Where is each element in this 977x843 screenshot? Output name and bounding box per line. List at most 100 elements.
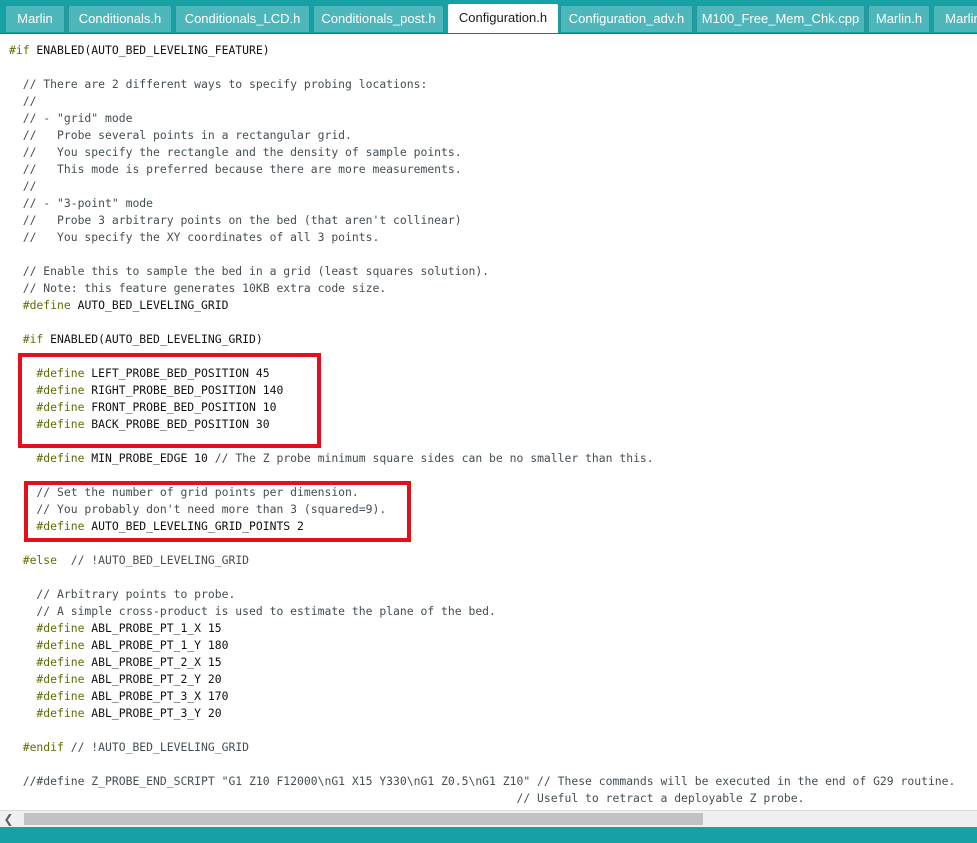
code-line: // You probably don't need more than 3 (…: [9, 501, 386, 518]
code-line: // You specify the rectangle and the den…: [9, 144, 462, 161]
code-line: #define MIN_PROBE_EDGE 10 // The Z probe…: [9, 450, 654, 467]
code-comment: //: [9, 94, 37, 108]
code-preprocessor-token: #if: [9, 43, 30, 57]
code-line: #else // !AUTO_BED_LEVELING_GRID: [9, 552, 249, 569]
code-line: #define ABL_PROBE_PT_2_X 15: [9, 654, 222, 671]
code-preprocessor-token: #define: [9, 451, 85, 465]
code-line: //: [9, 93, 37, 110]
code-text: ABL_PROBE_PT_1_Y 180: [84, 638, 229, 652]
code-line: // Arbitrary points to probe.: [9, 586, 235, 603]
code-line: #define AUTO_BED_LEVELING_GRID_POINTS 2: [9, 518, 304, 535]
code-text: ABL_PROBE_PT_3_Y 20: [84, 706, 222, 720]
status-bar: [0, 827, 977, 843]
tab-5[interactable]: Configuration_adv.h: [560, 5, 693, 32]
chevron-left-icon[interactable]: ❮: [0, 811, 17, 827]
code-line: #if ENABLED(AUTO_BED_LEVELING_FEATURE): [9, 42, 270, 59]
code-preprocessor-token: #define: [9, 519, 85, 533]
code-comment: // - "grid" mode: [9, 111, 133, 125]
code-text: AUTO_BED_LEVELING_GRID_POINTS 2: [84, 519, 304, 533]
code-line: // There are 2 different ways to specify…: [9, 76, 428, 93]
code-comment: // Useful to retract a deployable Z prob…: [9, 791, 805, 805]
code-text: MIN_PROBE_EDGE 10: [84, 451, 215, 465]
code-line: #define BACK_PROBE_BED_POSITION 30: [9, 416, 270, 433]
code-line: // - "grid" mode: [9, 110, 133, 127]
tab-2[interactable]: Conditionals_LCD.h: [175, 5, 310, 32]
code-text: BACK_PROBE_BED_POSITION 30: [84, 417, 270, 431]
code-preprocessor-token: #if: [9, 332, 44, 346]
code-comment: // Enable this to sample the bed in a gr…: [9, 264, 490, 278]
code-comment: // You specify the XY coordinates of all…: [9, 230, 380, 244]
code-line: #if ENABLED(AUTO_BED_LEVELING_GRID): [9, 331, 263, 348]
code-line: #define ABL_PROBE_PT_3_Y 20: [9, 705, 222, 722]
code-line: //#define Z_PROBE_END_SCRIPT "G1 Z10 F12…: [9, 773, 956, 790]
code-comment: // !AUTO_BED_LEVELING_GRID: [57, 553, 250, 567]
code-line: // Probe 3 arbitrary points on the bed (…: [9, 212, 462, 229]
scrollbar-thumb[interactable]: [24, 813, 703, 825]
code-preprocessor-token: #define: [9, 621, 85, 635]
code-line: // Enable this to sample the bed in a gr…: [9, 263, 489, 280]
code-line: // This mode is preferred because there …: [9, 161, 462, 178]
code-comment: // Probe 3 arbitrary points on the bed (…: [9, 213, 462, 227]
tab-3[interactable]: Conditionals_post.h: [313, 5, 444, 32]
tab-8[interactable]: Marlin: [933, 5, 977, 32]
tab-6[interactable]: M100_Free_Mem_Chk.cpp: [696, 5, 865, 32]
code-text: FRONT_PROBE_BED_POSITION 10: [84, 400, 277, 414]
code-preprocessor-token: #define: [9, 417, 85, 431]
code-comment: // You specify the rectangle and the den…: [9, 145, 462, 159]
code-preprocessor-token: #define: [9, 689, 85, 703]
code-line: // Note: this feature generates 10KB ext…: [9, 280, 386, 297]
code-line: // You specify the XY coordinates of all…: [9, 229, 380, 246]
code-comment: // Arbitrary points to probe.: [9, 587, 236, 601]
tab-1[interactable]: Conditionals.h: [68, 5, 172, 32]
tab-0[interactable]: Marlin: [5, 5, 65, 32]
code-line: #define ABL_PROBE_PT_2_Y 20: [9, 671, 222, 688]
code-preprocessor-token: #endif: [9, 740, 64, 754]
code-line: #define ABL_PROBE_PT_3_X 170: [9, 688, 228, 705]
code-comment: // Probe several points in a rectangular…: [9, 128, 352, 142]
code-comment: // Note: this feature generates 10KB ext…: [9, 281, 387, 295]
code-line: // Useful to retract a deployable Z prob…: [9, 790, 805, 807]
code-preprocessor-token: #define: [9, 298, 71, 312]
code-comment: // This mode is preferred because there …: [9, 162, 462, 176]
code-line: #define ABL_PROBE_PT_1_X 15: [9, 620, 222, 637]
code-line: #define AUTO_BED_LEVELING_GRID: [9, 297, 229, 314]
code-text: ABL_PROBE_PT_2_X 15: [84, 655, 222, 669]
code-comment: // Set the number of grid points per dim…: [9, 485, 359, 499]
code-preprocessor-token: #define: [9, 706, 85, 720]
code-editor[interactable]: // Useful to retract a deployable Z prob…: [0, 34, 977, 810]
code-line: #endif // !AUTO_BED_LEVELING_GRID: [9, 739, 249, 756]
code-text: RIGHT_PROBE_BED_POSITION 140: [84, 383, 284, 397]
code-line: #define ABL_PROBE_PT_1_Y 180: [9, 637, 228, 654]
code-preprocessor-token: #define: [9, 655, 85, 669]
code-preprocessor-token: #define: [9, 366, 85, 380]
code-text: LEFT_PROBE_BED_POSITION 45: [84, 366, 270, 380]
code-preprocessor-token: #define: [9, 400, 85, 414]
horizontal-scrollbar[interactable]: ❮: [0, 810, 977, 827]
code-text: ABL_PROBE_PT_1_X 15: [84, 621, 222, 635]
code-preprocessor-token: #else: [9, 553, 58, 567]
code-line: #define RIGHT_PROBE_BED_POSITION 140: [9, 382, 283, 399]
code-line: // - "3-point" mode: [9, 195, 153, 212]
code-line: // A simple cross-product is used to est…: [9, 603, 495, 620]
code-text: AUTO_BED_LEVELING_GRID: [70, 298, 229, 312]
code-preprocessor-token: #define: [9, 672, 85, 686]
code-line: // Probe several points in a rectangular…: [9, 127, 352, 144]
code-comment: // !AUTO_BED_LEVELING_GRID: [63, 740, 250, 754]
code-comment: // The Z probe minimum square sides can …: [214, 451, 654, 465]
tab-4[interactable]: Configuration.h: [448, 4, 558, 33]
code-comment: // There are 2 different ways to specify…: [9, 77, 428, 91]
code-line: // Set the number of grid points per dim…: [9, 484, 359, 501]
code-comment: // - "3-point" mode: [9, 196, 154, 210]
code-line: //: [9, 178, 37, 195]
code-text: ABL_PROBE_PT_2_Y 20: [84, 672, 222, 686]
code-comment: //: [9, 179, 37, 193]
code-text: ABL_PROBE_PT_3_X 170: [84, 689, 229, 703]
code-comment: //#define Z_PROBE_END_SCRIPT "G1 Z10 F12…: [9, 774, 956, 788]
code-preprocessor-token: #define: [9, 638, 85, 652]
code-preprocessor-token: #define: [9, 383, 85, 397]
code-text: ENABLED(AUTO_BED_LEVELING_FEATURE): [29, 43, 270, 57]
tab-bar: Marlin Conditionals.h Conditionals_LCD.h Co…: [0, 0, 977, 34]
tab-7[interactable]: Marlin.h: [868, 5, 930, 32]
code-line: #define FRONT_PROBE_BED_POSITION 10: [9, 399, 276, 416]
code-text: ENABLED(AUTO_BED_LEVELING_GRID): [43, 332, 263, 346]
